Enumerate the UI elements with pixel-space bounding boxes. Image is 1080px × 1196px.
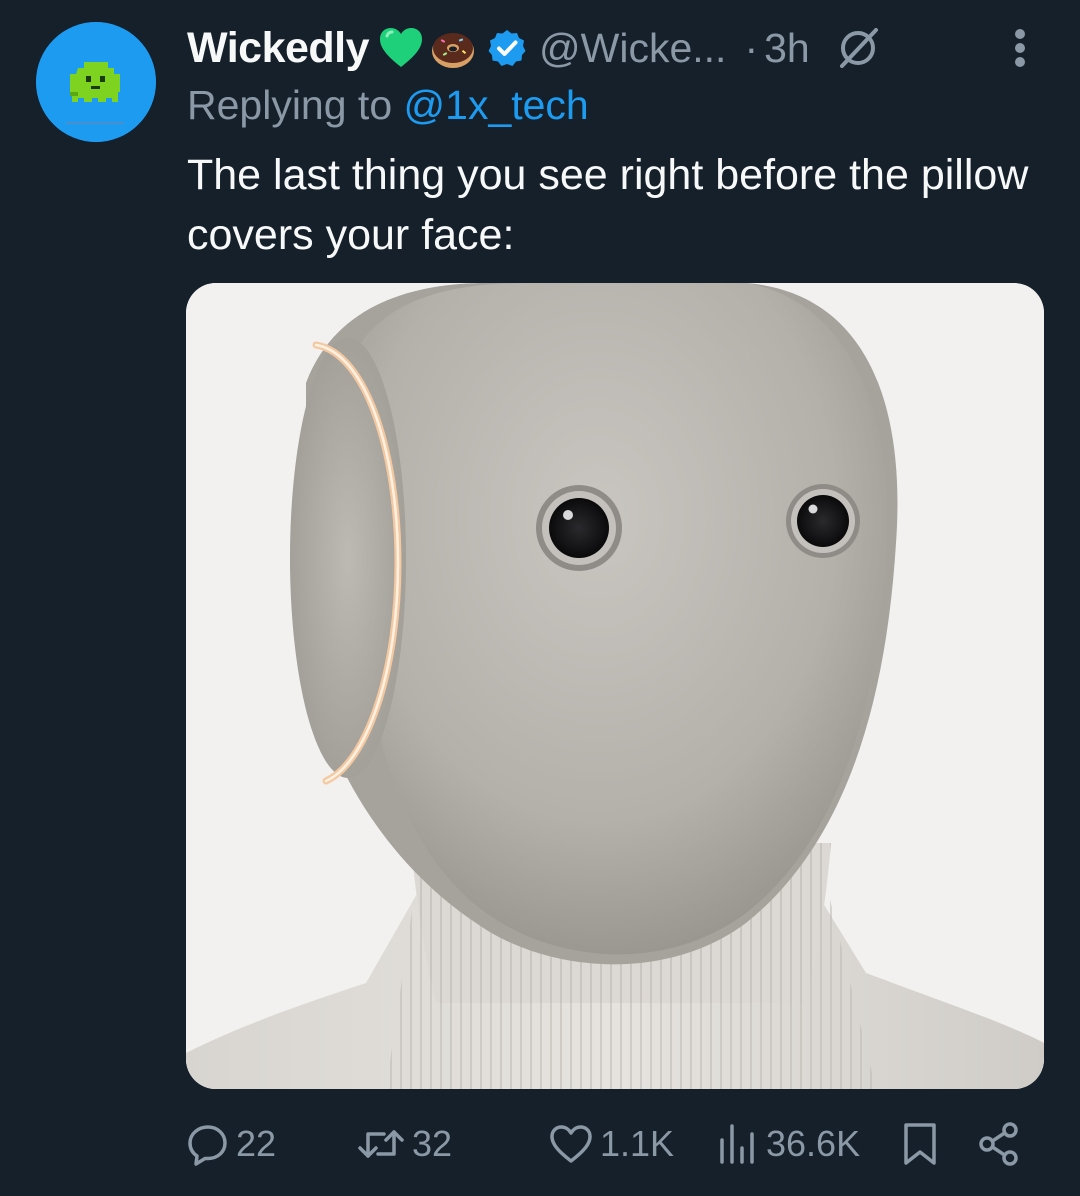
bookmark-button[interactable] <box>900 1112 946 1176</box>
share-button[interactable] <box>976 1112 1028 1176</box>
reply-icon <box>188 1125 227 1166</box>
time-separator: · <box>744 24 759 71</box>
reply-count: 22 <box>236 1123 277 1164</box>
tweet-time[interactable]: 3h <box>764 25 810 72</box>
display-name[interactable]: Wickedly <box>187 24 370 73</box>
bookmark-icon <box>904 1123 936 1165</box>
more-options-icon[interactable] <box>1013 28 1027 68</box>
repost-button[interactable]: 32 <box>356 1112 452 1176</box>
green-heart-icon <box>380 28 423 67</box>
like-button[interactable]: 1.1K <box>548 1112 674 1176</box>
reply-button[interactable]: 22 <box>186 1112 276 1176</box>
like-count: 1.1K <box>600 1123 675 1164</box>
replying-to-label: Replying to <box>187 82 404 128</box>
views-button[interactable]: 36.6K <box>716 1112 860 1176</box>
repost-icon <box>358 1130 404 1158</box>
action-bar: 22 32 1.1K 36.6K <box>186 1112 1026 1176</box>
reply-mention-link[interactable]: @1x_tech <box>404 82 589 128</box>
tweet-text: The last thing you see right before the … <box>187 151 1029 259</box>
donut-icon <box>432 33 475 68</box>
replying-to: Replying to @1x_tech <box>187 82 589 129</box>
grok-icon[interactable] <box>836 26 880 70</box>
tweet-media-image[interactable] <box>186 283 1044 1089</box>
ghost-avatar-icon <box>36 22 156 142</box>
avatar[interactable] <box>36 22 156 142</box>
author-handle[interactable]: @Wicke... <box>539 25 726 72</box>
robot-head-image <box>186 283 1044 1089</box>
verified-badge-icon <box>488 30 526 66</box>
tweet[interactable]: Wickedly @Wicke... · 3h Replying to @1x_… <box>0 0 1080 1196</box>
heart-icon <box>550 1125 592 1163</box>
repost-count: 32 <box>412 1123 453 1164</box>
views-chart-icon <box>720 1124 754 1164</box>
view-count: 36.6K <box>766 1123 861 1164</box>
share-icon <box>979 1122 1018 1166</box>
tweet-header: Wickedly @Wicke... · 3h <box>187 20 1057 76</box>
